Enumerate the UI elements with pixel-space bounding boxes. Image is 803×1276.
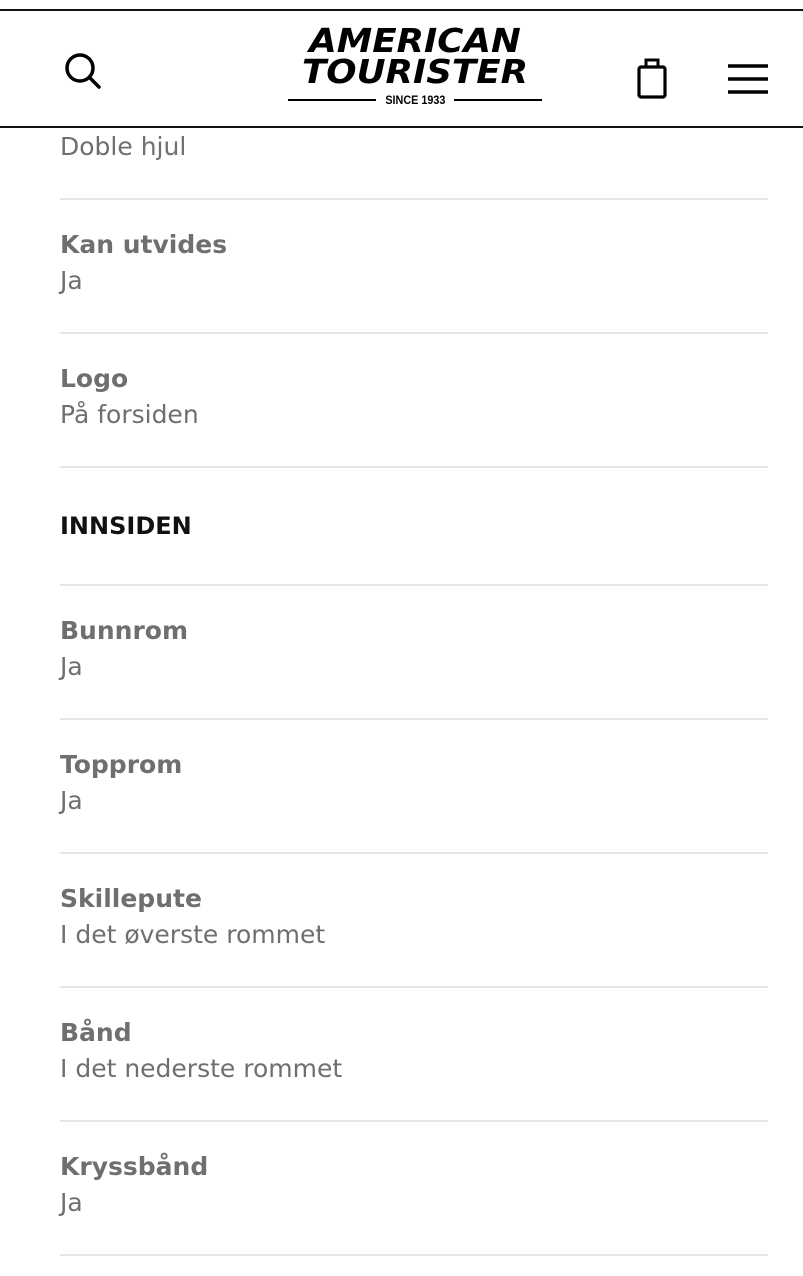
spec-label: Logo <box>60 364 129 393</box>
section-title: INNSIDEN <box>60 512 192 540</box>
menu-button[interactable] <box>726 61 770 97</box>
spec-value: Ja <box>60 652 83 681</box>
spec-row-top-compartment: Topprom Ja <box>60 720 768 854</box>
hamburger-menu-icon <box>728 64 768 94</box>
site-header: AMERICAN TOURISTER SINCE 1933 <box>0 11 803 128</box>
spec-row-cross-straps: Kryssbånd Ja <box>60 1122 768 1256</box>
spec-row-logo: Logo På forsiden <box>60 334 768 468</box>
logo-since: SINCE 1933 <box>384 93 446 107</box>
logo-line-2: TOURISTER <box>301 52 529 91</box>
spec-value: Ja <box>60 266 83 295</box>
page: AMERICAN TOURISTER SINCE 1933 Doble hjul… <box>0 0 803 1276</box>
spec-value: I det nederste rommet <box>60 1054 343 1083</box>
spec-value: I det øverste rommet <box>60 920 326 949</box>
spec-value: Ja <box>60 786 83 815</box>
logo-rule-left <box>288 99 376 101</box>
brand-logo[interactable]: AMERICAN TOURISTER SINCE 1933 <box>288 24 543 111</box>
spec-label: Bånd <box>60 1018 132 1047</box>
logo-rule-right <box>454 99 543 101</box>
spec-row-bottom-compartment: Bunnrom Ja <box>60 586 768 720</box>
spec-row-straps: Bånd I det nederste rommet <box>60 988 768 1122</box>
spec-row-expandable: Kan utvides Ja <box>60 200 768 334</box>
search-button[interactable] <box>60 48 106 94</box>
spec-value: Doble hjul <box>60 132 187 161</box>
spec-row-partial: Doble hjul <box>60 128 768 200</box>
shopping-bag-icon <box>637 58 667 99</box>
spec-label: Bunnrom <box>60 616 189 645</box>
product-specifications: Doble hjul Kan utvides Ja Logo På forsid… <box>60 128 768 1256</box>
spec-value: Ja <box>60 1188 83 1217</box>
spec-label: Kryssbånd <box>60 1152 209 1181</box>
spec-value: På forsiden <box>60 400 199 429</box>
spec-label: Kan utvides <box>60 230 228 259</box>
spec-label: Topprom <box>60 750 183 779</box>
spec-row-divider-pad: Skillepute I det øverste rommet <box>60 854 768 988</box>
logo-since-row: SINCE 1933 <box>288 93 543 107</box>
section-header-inside: INNSIDEN <box>60 468 768 586</box>
spec-label: Skillepute <box>60 884 202 913</box>
search-icon <box>65 53 101 89</box>
cart-button[interactable] <box>632 55 672 103</box>
